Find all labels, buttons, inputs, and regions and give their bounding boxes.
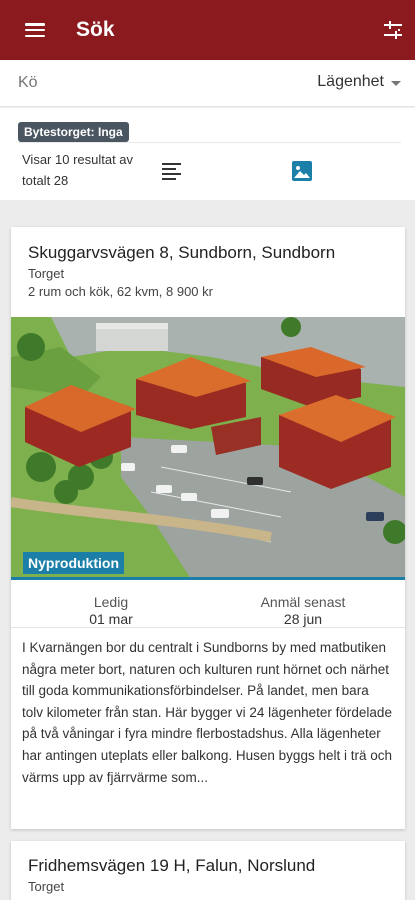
hamburger-menu-icon [25,23,45,37]
available-date-column: Ledig 01 mar [11,594,211,627]
search-bar: Lägenhet [0,60,415,107]
deadline-label: Anmäl senast [260,594,346,610]
menu-button[interactable] [0,0,60,60]
divider [18,142,401,143]
page-title: Sök [76,18,115,41]
available-date: 01 mar [89,611,133,627]
listing-card[interactable]: Skuggarvsvägen 8, Sundborn, Sundborn Tor… [11,227,405,829]
listing-summary: 2 rum och kök, 62 kvm, 8 900 kr [28,284,213,299]
dropdown-caret-icon [391,80,401,86]
app-bar: Sök [0,0,415,60]
listing-address: Fridhemsvägen 19 H, Falun, Norslund [28,856,316,875]
listing-photo[interactable] [11,317,405,579]
queue-input[interactable] [18,74,138,92]
housing-type-value: Lägenhet [317,73,384,90]
deadline-date-column: Anmäl senast 28 jun [203,594,403,627]
list-view-icon[interactable] [162,162,182,180]
deadline-date: 28 jun [283,611,323,627]
listing-card[interactable]: Fridhemsvägen 19 H, Falun, Norslund Torg… [11,841,405,900]
result-count: Visar 10 resultat av totalt 28 [22,152,134,188]
listing-area: Torget [28,266,65,281]
bytestorget-badge[interactable]: Bytestorget: Inga [18,122,129,142]
listing-area: Torget [28,879,65,894]
available-label: Ledig [93,594,129,610]
housing-type-select[interactable]: Lägenhet [317,73,401,91]
results-info: Bytestorget: Inga Visar 10 resultat av t… [0,108,415,200]
listing-address: Skuggarvsvägen 8, Sundborn, Sundborn [28,243,336,262]
listing-description: I Kvarnängen bor du centralt i Sundborns… [22,640,392,785]
listing-dates: Ledig 01 mar Anmäl senast 28 jun [11,580,405,628]
image-view-icon[interactable] [291,160,313,182]
filter-sliders-icon[interactable] [381,18,405,42]
nyproduktion-badge: Nyproduktion [23,552,124,574]
